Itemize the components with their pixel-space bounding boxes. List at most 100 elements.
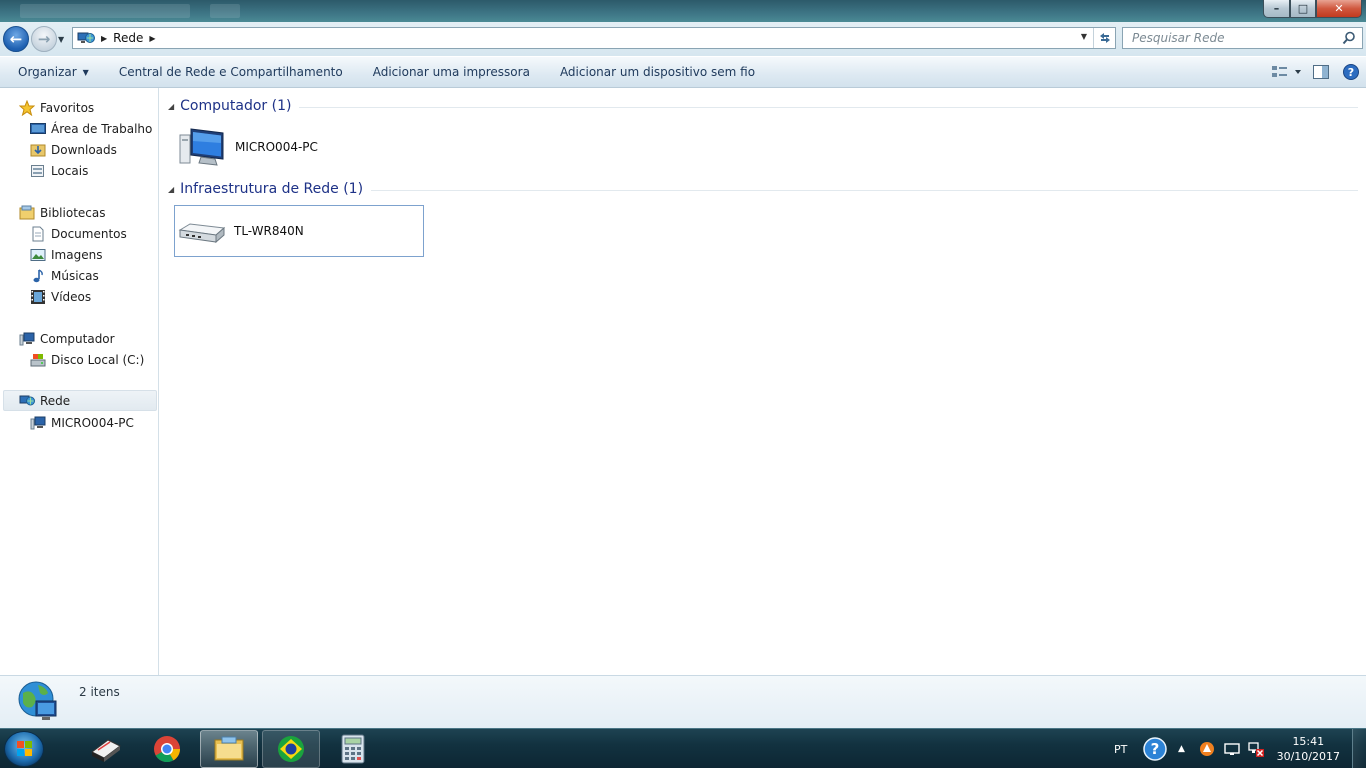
language-label: PT <box>1114 742 1128 756</box>
nav-item-music-label: Músicas <box>51 268 99 283</box>
nav-computer-label: Computador <box>40 331 115 346</box>
downloads-folder-icon <box>30 144 46 156</box>
maximize-button[interactable]: □ <box>1290 0 1316 18</box>
nav-favorites-label: Favoritos <box>40 100 95 115</box>
minimize-button[interactable]: – <box>1263 0 1290 18</box>
recent-pages-dropdown[interactable]: ▼ <box>58 35 64 44</box>
nav-network[interactable]: Rede <box>3 390 157 411</box>
tray-action-center[interactable] <box>1223 729 1241 768</box>
window-title-bar[interactable]: – □ ✕ <box>0 0 1366 22</box>
nav-item-videos-label: Vídeos <box>51 289 92 304</box>
network-sharing-center-button[interactable]: Central de Rede e Compartilhamento <box>104 57 358 87</box>
add-printer-button[interactable]: Adicionar uma impressora <box>358 57 545 87</box>
help-tray-button[interactable]: ? <box>1143 729 1167 768</box>
navigation-pane[interactable]: Favoritos Área de Trabalho Downloads Loc… <box>0 88 159 675</box>
tray-avast[interactable] <box>1198 729 1216 768</box>
taskbar-calculator[interactable] <box>324 730 382 768</box>
chrome-icon <box>154 736 181 763</box>
device-tile-tl-wr840n[interactable]: TL-WR840N <box>174 205 424 257</box>
group-divider <box>299 106 1358 108</box>
computer-icon <box>19 332 35 345</box>
network-icon <box>19 395 35 405</box>
router-icon <box>178 223 226 244</box>
desktop-icon <box>30 122 46 134</box>
address-bar[interactable]: ▶ Rede ▶ ▼ <box>72 27 1116 49</box>
search-icon[interactable] <box>1342 31 1356 45</box>
images-icon <box>30 248 46 261</box>
start-button[interactable] <box>4 731 44 767</box>
nav-item-micro004-pc[interactable]: MICRO004-PC <box>30 412 134 433</box>
collapse-triangle-icon[interactable]: ◢ <box>168 185 174 194</box>
scanner-icon <box>91 739 121 762</box>
preview-pane-button[interactable] <box>1306 57 1336 87</box>
svg-text:?: ? <box>1348 66 1354 79</box>
taskbar: PT ? ▲ 15:41 30/10/2017 <box>0 728 1366 768</box>
folder-icon <box>214 736 244 761</box>
add-wireless-device-button[interactable]: Adicionar um dispositivo sem fio <box>545 57 770 87</box>
address-history-dropdown[interactable]: ▼ <box>1081 32 1087 41</box>
group-divider <box>371 189 1358 191</box>
device-name: MICRO004-PC <box>235 140 318 154</box>
organize-label: Organizar <box>18 65 77 79</box>
device-tile-micro004-pc[interactable]: MICRO004-PC <box>174 121 424 173</box>
show-desktop-button[interactable] <box>1352 729 1366 768</box>
language-indicator[interactable]: PT <box>1114 729 1127 768</box>
search-input[interactable] <box>1132 31 1332 45</box>
clock[interactable]: 15:41 30/10/2017 <box>1277 734 1340 764</box>
documents-icon <box>32 226 44 241</box>
breadcrumb-separator-icon[interactable]: ▶ <box>101 34 107 43</box>
svg-text:?: ? <box>1151 740 1160 758</box>
nav-item-videos[interactable]: Vídeos <box>30 286 91 307</box>
music-note-icon <box>33 268 43 282</box>
change-view-button[interactable] <box>1266 57 1306 87</box>
taskbar-explorer[interactable] <box>200 730 258 768</box>
group-header-network-infrastructure[interactable]: ◢ Infraestrutura de Rede (1) <box>168 181 1358 197</box>
nav-favorites[interactable]: Favoritos <box>19 97 94 118</box>
group-header-computer[interactable]: ◢ Computador (1) <box>168 98 1358 114</box>
nav-item-images[interactable]: Imagens <box>30 244 102 265</box>
hard-drive-icon <box>30 353 46 366</box>
item-count: 2 itens <box>79 685 120 699</box>
computer-icon <box>179 128 224 166</box>
nav-item-music[interactable]: Músicas <box>30 265 99 286</box>
search-box[interactable] <box>1122 27 1363 49</box>
collapse-triangle-icon[interactable]: ◢ <box>168 102 174 111</box>
help-icon: ? <box>1143 737 1167 761</box>
nav-item-documents[interactable]: Documentos <box>30 223 127 244</box>
forward-button[interactable]: → <box>31 26 57 52</box>
nav-libraries[interactable]: Bibliotecas <box>19 202 105 223</box>
brazil-flag-icon <box>278 736 304 762</box>
breadcrumb-chevron-icon[interactable]: ▶ <box>149 34 155 43</box>
nav-item-local-disk-label: Disco Local (C:) <box>51 352 145 367</box>
nav-libraries-label: Bibliotecas <box>40 205 106 220</box>
nav-item-places[interactable]: Locais <box>30 160 88 181</box>
nav-item-downloads[interactable]: Downloads <box>30 139 117 160</box>
organize-button[interactable]: Organizar ▼ <box>0 57 104 87</box>
close-button[interactable]: ✕ <box>1316 0 1362 18</box>
preview-pane-icon <box>1313 65 1329 79</box>
nav-item-desktop[interactable]: Área de Trabalho <box>30 118 152 139</box>
nav-item-documents-label: Documentos <box>51 226 127 241</box>
film-icon <box>31 289 45 304</box>
view-controls: ? <box>1266 57 1366 87</box>
content-area[interactable]: ◢ Computador (1) MICRO004-PC ◢ Infraestr… <box>160 88 1366 675</box>
title-bar-reflection <box>20 4 190 18</box>
taskbar-scanner-app[interactable] <box>76 730 134 768</box>
command-bar: Organizar ▼ Central de Rede e Compartilh… <box>0 56 1366 88</box>
nav-computer[interactable]: Computador <box>19 328 115 349</box>
nav-item-local-disk[interactable]: Disco Local (C:) <box>30 349 144 370</box>
clock-time: 15:41 <box>1292 735 1325 748</box>
tray-network-status[interactable] <box>1247 729 1265 768</box>
device-name: TL-WR840N <box>234 224 304 238</box>
details-pane: 2 itens <box>0 675 1366 728</box>
taskbar-brazil-app[interactable] <box>262 730 320 768</box>
refresh-button[interactable] <box>1093 28 1115 48</box>
breadcrumb-rede[interactable]: Rede <box>113 31 143 45</box>
help-button[interactable]: ? <box>1336 57 1366 87</box>
network-disconnected-icon <box>1248 742 1264 757</box>
taskbar-chrome[interactable] <box>138 730 196 768</box>
back-button[interactable]: ← <box>3 26 29 52</box>
window-controls: – □ ✕ <box>1263 0 1362 18</box>
show-hidden-icons-button[interactable]: ▲ <box>1178 729 1185 768</box>
libraries-icon <box>19 205 35 219</box>
